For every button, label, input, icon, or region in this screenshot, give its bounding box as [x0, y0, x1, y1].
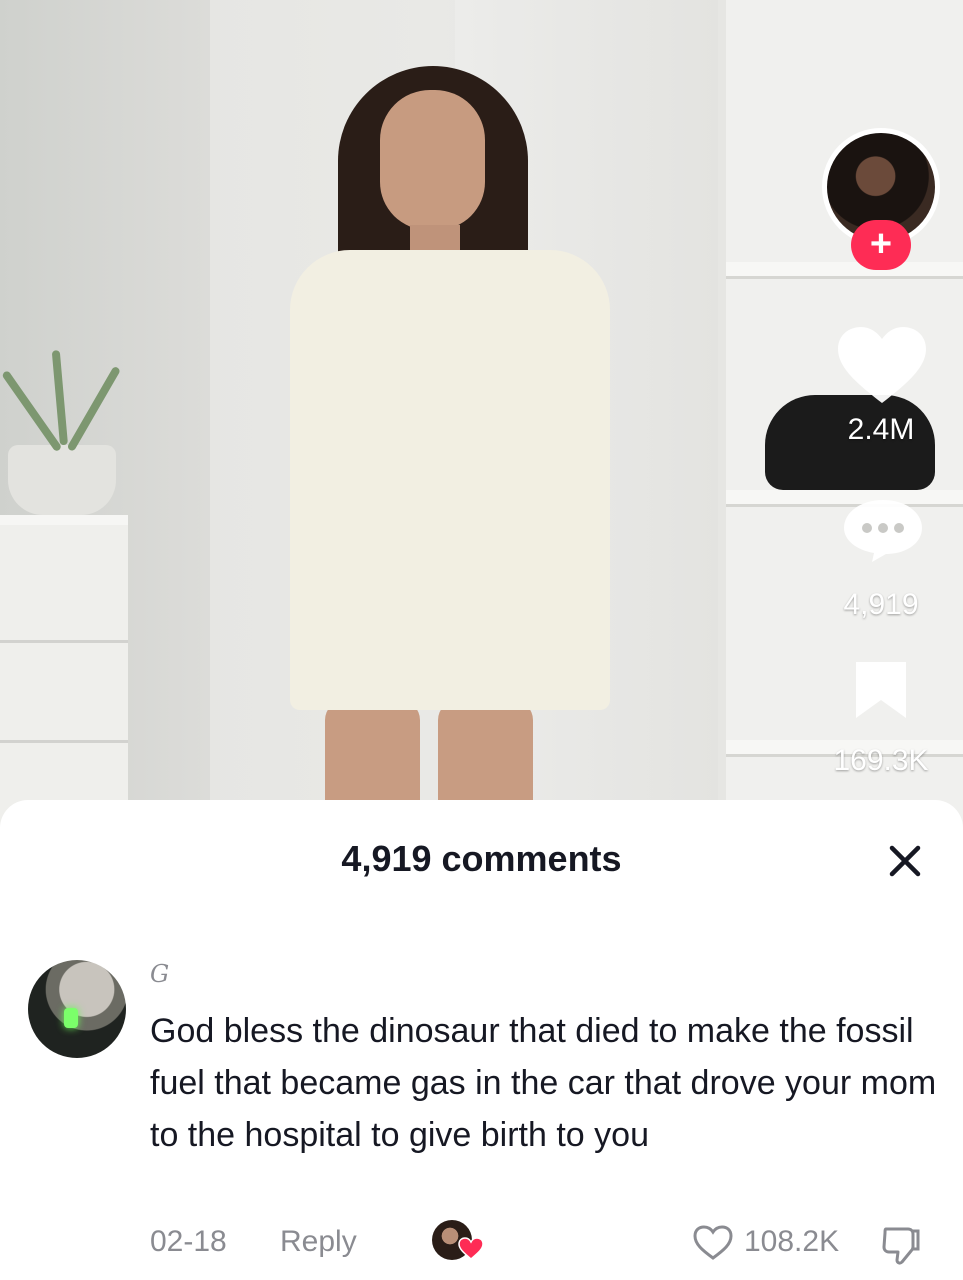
- commenter-avatar[interactable]: [28, 960, 126, 1058]
- save-count: 169.3K: [833, 744, 929, 777]
- comment-icon[interactable]: [842, 498, 924, 564]
- plant-pot: [8, 445, 116, 515]
- bookmark-icon[interactable]: [852, 660, 910, 720]
- commenter-username[interactable]: G: [150, 960, 169, 988]
- comment-like-icon[interactable]: [693, 1225, 733, 1261]
- comments-sheet: 4,919 comments G God bless the dinosaur …: [0, 800, 963, 1280]
- shelf: [726, 262, 963, 279]
- creator-liked-heart-icon: [458, 1237, 484, 1260]
- person: [270, 60, 610, 830]
- comment-date: 02-18: [150, 1225, 227, 1258]
- comment-like-count: 108.2K: [744, 1225, 840, 1258]
- dislike-icon[interactable]: [880, 1225, 922, 1265]
- follow-button[interactable]: +: [851, 220, 911, 270]
- comment-count: 4,919: [843, 588, 919, 621]
- comments-title: 4,919 comments: [341, 838, 622, 879]
- close-icon[interactable]: [880, 836, 930, 886]
- like-count: 2.4M: [847, 413, 915, 446]
- reply-button[interactable]: Reply: [280, 1225, 357, 1259]
- comment-text: God bless the dinosaur that died to make…: [150, 1012, 937, 1154]
- video-player[interactable]: + 2.4M 4,919 169.3K: [0, 0, 963, 830]
- heart-icon[interactable]: [836, 325, 928, 405]
- dresser: [0, 515, 128, 830]
